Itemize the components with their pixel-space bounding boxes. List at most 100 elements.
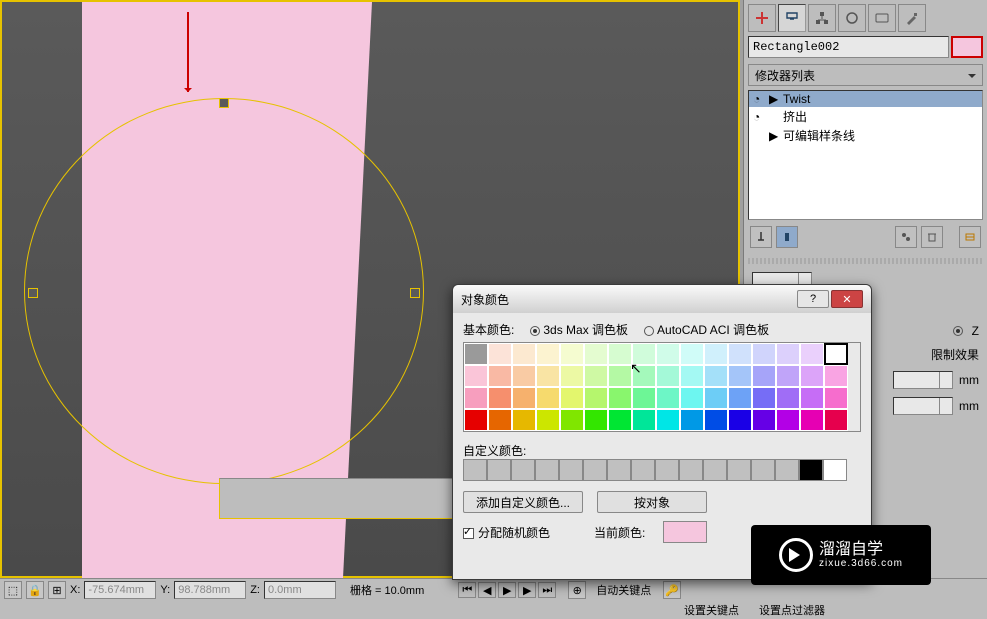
modifier-stack[interactable]: ◔ ▶ Twist ◔ 挤出 ▶ 可编辑样条线 [748, 90, 983, 220]
color-cell[interactable] [776, 409, 800, 431]
selection-lock-icon[interactable]: ⬚ [4, 581, 22, 599]
custom-color-slot[interactable] [583, 459, 607, 481]
custom-color-slot[interactable] [463, 459, 487, 481]
color-cell[interactable] [608, 409, 632, 431]
color-cell[interactable] [704, 343, 728, 365]
color-cell[interactable] [536, 409, 560, 431]
pin-stack-button[interactable] [750, 226, 772, 248]
color-cell[interactable] [728, 387, 752, 409]
color-cell[interactable] [704, 365, 728, 387]
color-cell[interactable] [560, 365, 584, 387]
color-cell[interactable] [536, 343, 560, 365]
filter-label[interactable]: 设置点过滤器 [759, 602, 825, 618]
color-cell[interactable] [824, 409, 848, 431]
color-cell[interactable] [512, 343, 536, 365]
color-cell[interactable] [680, 387, 704, 409]
color-cell[interactable] [560, 343, 584, 365]
basic-color-grid[interactable] [463, 342, 861, 432]
show-end-result-button[interactable] [776, 226, 798, 248]
custom-color-slot[interactable] [511, 459, 535, 481]
color-cell[interactable] [488, 409, 512, 431]
custom-color-grid[interactable] [463, 459, 861, 481]
custom-color-slot[interactable] [775, 459, 799, 481]
param-spinner-3[interactable] [893, 371, 953, 389]
object-name-input[interactable] [748, 36, 949, 58]
eye-icon[interactable]: ◔ [753, 92, 765, 106]
color-cell[interactable] [728, 365, 752, 387]
color-cell[interactable] [752, 365, 776, 387]
key-mode-icon[interactable]: ⊕ [568, 581, 586, 599]
color-cell[interactable] [728, 409, 752, 431]
color-cell[interactable] [704, 409, 728, 431]
custom-color-slot[interactable] [823, 459, 847, 481]
configure-sets-button[interactable] [959, 226, 981, 248]
current-color-swatch[interactable] [663, 521, 707, 543]
color-cell[interactable] [728, 343, 752, 365]
modifier-item-twist[interactable]: ◔ ▶ Twist [749, 91, 982, 107]
custom-color-slot[interactable] [487, 459, 511, 481]
color-cell[interactable] [632, 409, 656, 431]
color-cell[interactable] [488, 387, 512, 409]
color-cell[interactable] [512, 409, 536, 431]
color-cell[interactable] [464, 343, 488, 365]
rollout-grip[interactable] [748, 258, 983, 264]
custom-color-slot[interactable] [703, 459, 727, 481]
tab-hierarchy[interactable] [808, 4, 836, 32]
play-icon[interactable]: ▶ [498, 582, 516, 598]
color-cell[interactable] [824, 387, 848, 409]
close-button[interactable]: ✕ [831, 290, 863, 308]
axis-z-radio[interactable] [953, 326, 963, 336]
goto-start-icon[interactable]: ⏮ [458, 582, 476, 598]
modifier-item-spline[interactable]: ▶ 可编辑样条线 [749, 126, 982, 145]
color-cell[interactable] [824, 343, 848, 365]
color-cell[interactable] [464, 387, 488, 409]
custom-color-slot[interactable] [607, 459, 631, 481]
color-cell[interactable] [608, 365, 632, 387]
color-cell[interactable] [584, 409, 608, 431]
color-cell[interactable] [824, 365, 848, 387]
color-cell[interactable] [656, 365, 680, 387]
custom-color-slot[interactable] [679, 459, 703, 481]
color-cell[interactable] [584, 343, 608, 365]
palette-3dsmax-radio[interactable]: 3ds Max 调色板 [530, 321, 628, 338]
assign-random-checkbox[interactable]: 分配随机颜色 [463, 524, 550, 541]
tab-modify[interactable] [778, 4, 806, 32]
color-cell[interactable] [632, 387, 656, 409]
tab-create[interactable] [748, 4, 776, 32]
transform-type-icon[interactable]: ⊞ [48, 581, 66, 599]
prev-frame-icon[interactable]: ◀ [478, 582, 496, 598]
custom-color-slot[interactable] [751, 459, 775, 481]
color-cell[interactable] [656, 409, 680, 431]
dialog-titlebar[interactable]: 对象颜色 ? ✕ [453, 285, 871, 313]
color-cell[interactable] [656, 387, 680, 409]
autokey-label[interactable]: 自动关键点 [596, 582, 651, 598]
gizmo-circle[interactable] [24, 98, 424, 484]
color-cell[interactable] [704, 387, 728, 409]
set-key-icon[interactable]: 🔑 [663, 581, 681, 599]
gizmo-handle-right[interactable] [410, 288, 420, 298]
color-cell[interactable] [752, 387, 776, 409]
custom-color-slot[interactable] [535, 459, 559, 481]
tab-display[interactable] [868, 4, 896, 32]
color-cell[interactable] [464, 365, 488, 387]
color-cell[interactable] [632, 365, 656, 387]
color-cell[interactable] [608, 343, 632, 365]
coord-z-input[interactable] [264, 581, 336, 599]
color-cell[interactable] [800, 343, 824, 365]
object-color-swatch[interactable] [951, 36, 983, 58]
help-button[interactable]: ? [797, 290, 829, 308]
palette-autocad-radio[interactable]: AutoCAD ACI 调色板 [644, 321, 769, 338]
color-cell[interactable] [680, 365, 704, 387]
color-cell[interactable] [512, 387, 536, 409]
custom-color-slot[interactable] [655, 459, 679, 481]
color-cell[interactable] [464, 409, 488, 431]
color-cell[interactable] [800, 365, 824, 387]
gizmo-arrow[interactable] [187, 12, 189, 92]
gizmo-handle-top[interactable] [219, 98, 229, 108]
next-frame-icon[interactable]: ▶ [518, 582, 536, 598]
coord-y-input[interactable] [174, 581, 246, 599]
expand-icon[interactable]: ▶ [769, 92, 779, 106]
color-cell[interactable] [680, 343, 704, 365]
remove-modifier-button[interactable] [921, 226, 943, 248]
color-cell[interactable] [776, 365, 800, 387]
